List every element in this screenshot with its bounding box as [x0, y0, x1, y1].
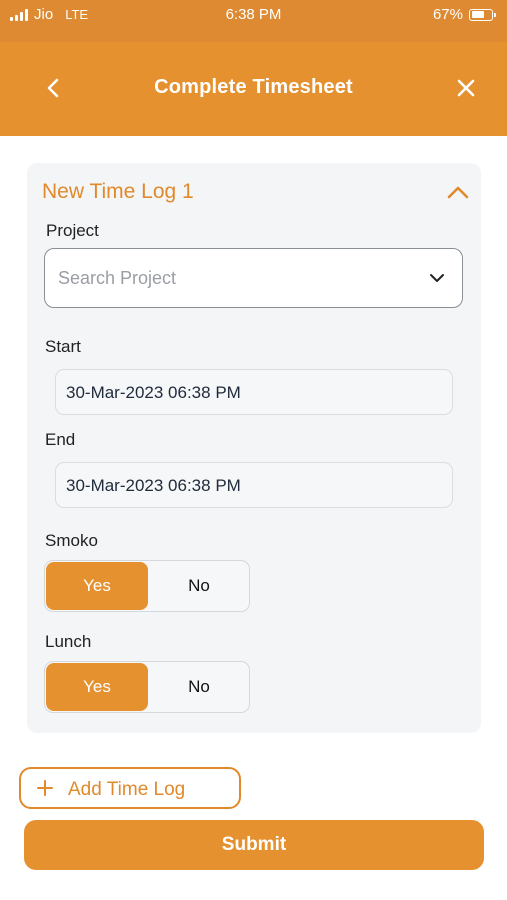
project-label: Project	[46, 221, 99, 240]
app-header: Complete Timesheet	[0, 42, 507, 136]
close-icon	[457, 79, 475, 97]
lunch-yes-option[interactable]: Yes	[46, 663, 148, 711]
plus-icon	[37, 780, 53, 796]
end-datetime-field[interactable]: 30-Mar-2023 06:38 PM	[55, 462, 453, 508]
start-datetime-field[interactable]: 30-Mar-2023 06:38 PM	[55, 369, 453, 415]
lunch-no-option[interactable]: No	[148, 662, 249, 712]
collapse-button[interactable]	[445, 180, 471, 204]
smoko-yes-option[interactable]: Yes	[46, 562, 148, 610]
battery-icon	[469, 8, 496, 21]
status-bar: Jio LTE 6:38 PM 67%	[0, 0, 507, 42]
battery-percent: 67%	[432, 6, 463, 23]
project-placeholder: Search Project	[58, 268, 177, 288]
chevron-up-icon	[447, 186, 469, 199]
end-label: End	[45, 430, 76, 449]
smoko-label: Smoko	[45, 531, 98, 550]
time-log-card: New Time Log 1 Project Search Project St…	[27, 163, 481, 733]
close-button[interactable]	[452, 74, 480, 102]
battery-level	[471, 11, 485, 18]
project-select[interactable]: Search Project	[44, 248, 463, 308]
chevron-down-icon	[430, 274, 444, 282]
time-log-title: New Time Log 1	[42, 180, 194, 203]
add-time-log-button[interactable]: Add Time Log	[19, 767, 241, 809]
smoko-toggle: Yes No	[44, 560, 250, 612]
lunch-toggle: Yes No	[44, 661, 250, 713]
start-label: Start	[45, 337, 81, 356]
submit-button[interactable]: Submit	[24, 820, 484, 870]
page-title: Complete Timesheet	[154, 76, 353, 98]
status-right: 67%	[432, 6, 496, 23]
add-time-log-label: Add Time Log	[68, 779, 186, 800]
status-time: 6:38 PM	[225, 6, 282, 23]
lunch-label: Lunch	[45, 632, 92, 651]
smoko-no-option[interactable]: No	[148, 561, 249, 611]
